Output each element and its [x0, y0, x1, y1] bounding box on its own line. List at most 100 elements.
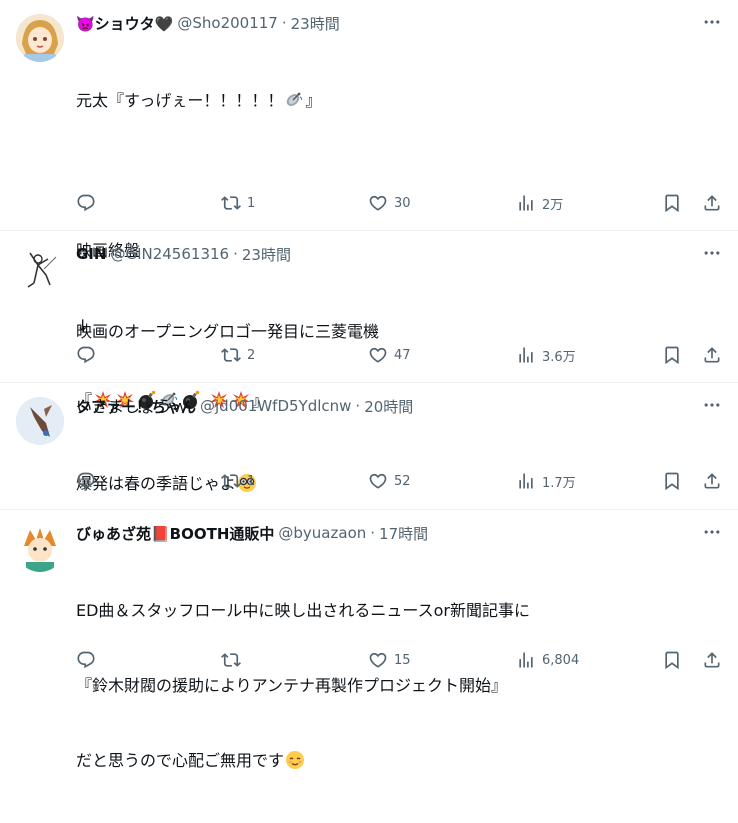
heart-icon [368, 193, 388, 213]
handle[interactable]: @Sho200117 [177, 14, 277, 32]
reply-button[interactable] [76, 650, 102, 670]
retweet-icon [221, 650, 241, 670]
tweet-text-line: 元太『すっげぇー！！！！！ [76, 91, 284, 110]
views-icon [516, 193, 536, 213]
bookmark-icon [662, 345, 682, 365]
avatar-image [16, 524, 64, 572]
heart-icon [368, 471, 388, 491]
satellite-antenna-emoji-icon [284, 90, 304, 110]
tweet[interactable]: タアァー！ちゃん @jd001WfD5Ydlcnw · 20時間 爆発は春の季語… [0, 383, 738, 510]
like-button[interactable]: 47 [368, 345, 411, 365]
more-icon[interactable] [702, 522, 722, 542]
share-icon [702, 345, 722, 365]
retweet-button[interactable] [221, 650, 247, 670]
share-button[interactable] [702, 193, 722, 213]
like-count: 30 [394, 195, 411, 211]
retweet-button[interactable]: 1 [221, 471, 255, 491]
display-name[interactable]: 👿ショウタ🖤 [76, 13, 173, 34]
view-count: 3.6万 [542, 349, 576, 365]
bookmark-icon [662, 471, 682, 491]
bookmark-button[interactable] [662, 193, 682, 213]
timestamp[interactable]: 17時間 [379, 523, 428, 544]
views-icon [516, 471, 536, 491]
separator-dot: · [281, 14, 287, 32]
views-icon [516, 345, 536, 365]
bookmark-button[interactable] [662, 650, 682, 670]
bookmark-icon [662, 193, 682, 213]
views-icon [516, 650, 536, 670]
views-button[interactable]: 2万 [516, 193, 563, 213]
tweet-text: ED曲＆スタッフロール中に映し出されるニュースor新聞記事に 『鈴木財閥の援助に… [76, 548, 722, 823]
share-icon [702, 193, 722, 213]
like-button[interactable]: 52 [368, 471, 411, 491]
like-button[interactable]: 30 [368, 193, 411, 213]
relieved-face-emoji-icon [285, 750, 305, 770]
heart-icon [368, 650, 388, 670]
tweet-text-line: 『鈴木財閥の援助によりアンテナ再製作プロジェクト開始』 [76, 676, 508, 695]
views-button[interactable]: 3.6万 [516, 345, 576, 365]
share-button[interactable] [702, 650, 722, 670]
avatar-image [16, 245, 64, 293]
handle[interactable]: @GIN24561316 [110, 245, 229, 263]
views-button[interactable]: 1.7万 [516, 471, 576, 491]
more-icon[interactable] [702, 12, 722, 32]
tweet[interactable]: GIN @GIN24561316 · 23時間 映画のオープニングロゴ一発目に三… [0, 231, 738, 416]
reply-button[interactable] [76, 471, 102, 491]
retweet-count: 2 [247, 347, 256, 363]
avatar[interactable] [16, 245, 64, 293]
more-icon[interactable] [702, 395, 722, 415]
share-icon [702, 471, 722, 491]
reply-button[interactable] [76, 345, 102, 365]
retweet-count: 1 [247, 195, 256, 211]
separator-dot: · [233, 245, 238, 263]
avatar[interactable] [16, 397, 64, 445]
tweet[interactable]: 👿ショウタ🖤 @Sho200117 · 23時間 元太『すっげぇー！！！！！』 … [0, 0, 738, 410]
view-count: 6,804 [542, 652, 580, 668]
avatar-image [16, 397, 64, 445]
reply-button[interactable] [76, 193, 102, 213]
like-button[interactable]: 15 [368, 650, 411, 670]
handle[interactable]: @jd001WfD5Ydlcnw [200, 397, 351, 415]
heart-icon [368, 345, 388, 365]
reply-icon [76, 650, 96, 670]
like-count: 47 [394, 347, 411, 363]
display-name[interactable]: タアァー！ちゃん [76, 396, 196, 417]
bookmark-icon [662, 650, 682, 670]
retweet-button[interactable]: 1 [221, 193, 255, 213]
tweet-text-line: だと思うので心配ご無用です [76, 751, 285, 770]
separator-dot: · [370, 524, 376, 542]
timestamp[interactable]: 23時間 [242, 244, 291, 265]
retweet-icon [221, 345, 241, 365]
share-button[interactable] [702, 471, 722, 491]
timestamp[interactable]: 20時間 [364, 396, 413, 417]
like-count: 52 [394, 473, 411, 489]
retweet-button[interactable]: 2 [221, 345, 255, 365]
bookmark-button[interactable] [662, 345, 682, 365]
tweet-text-line-end: 』 [305, 91, 322, 110]
handle[interactable]: @byuazaon [278, 524, 366, 542]
retweet-count: 1 [247, 473, 256, 489]
display-name[interactable]: GIN [76, 245, 106, 263]
avatar[interactable] [16, 14, 64, 62]
views-button[interactable]: 6,804 [516, 650, 579, 670]
retweet-icon [221, 471, 241, 491]
bookmark-button[interactable] [662, 471, 682, 491]
reply-icon [76, 345, 96, 365]
timestamp[interactable]: 23時間 [291, 13, 340, 34]
separator-dot: · [355, 397, 361, 415]
share-button[interactable] [702, 345, 722, 365]
share-icon [702, 650, 722, 670]
view-count: 2万 [542, 197, 564, 213]
display-name[interactable]: びゅあざ苑📕BOOTH通販中 [76, 523, 274, 544]
tweet[interactable]: びゅあざ苑📕BOOTH通販中 @byuazaon · 17時間 ED曲＆スタッフ… [0, 510, 738, 770]
avatar[interactable] [16, 524, 64, 572]
tweet-text-line: ED曲＆スタッフロール中に映し出されるニュースor新聞記事に [76, 601, 530, 620]
avatar-image [16, 14, 64, 62]
view-count: 1.7万 [542, 475, 576, 491]
reply-icon [76, 193, 96, 213]
reply-icon [76, 471, 96, 491]
retweet-icon [221, 193, 241, 213]
tweet-text-line: 映画のオープニングロゴ一発目に三菱電機 [76, 322, 380, 341]
more-icon[interactable] [702, 243, 722, 263]
like-count: 15 [394, 652, 411, 668]
